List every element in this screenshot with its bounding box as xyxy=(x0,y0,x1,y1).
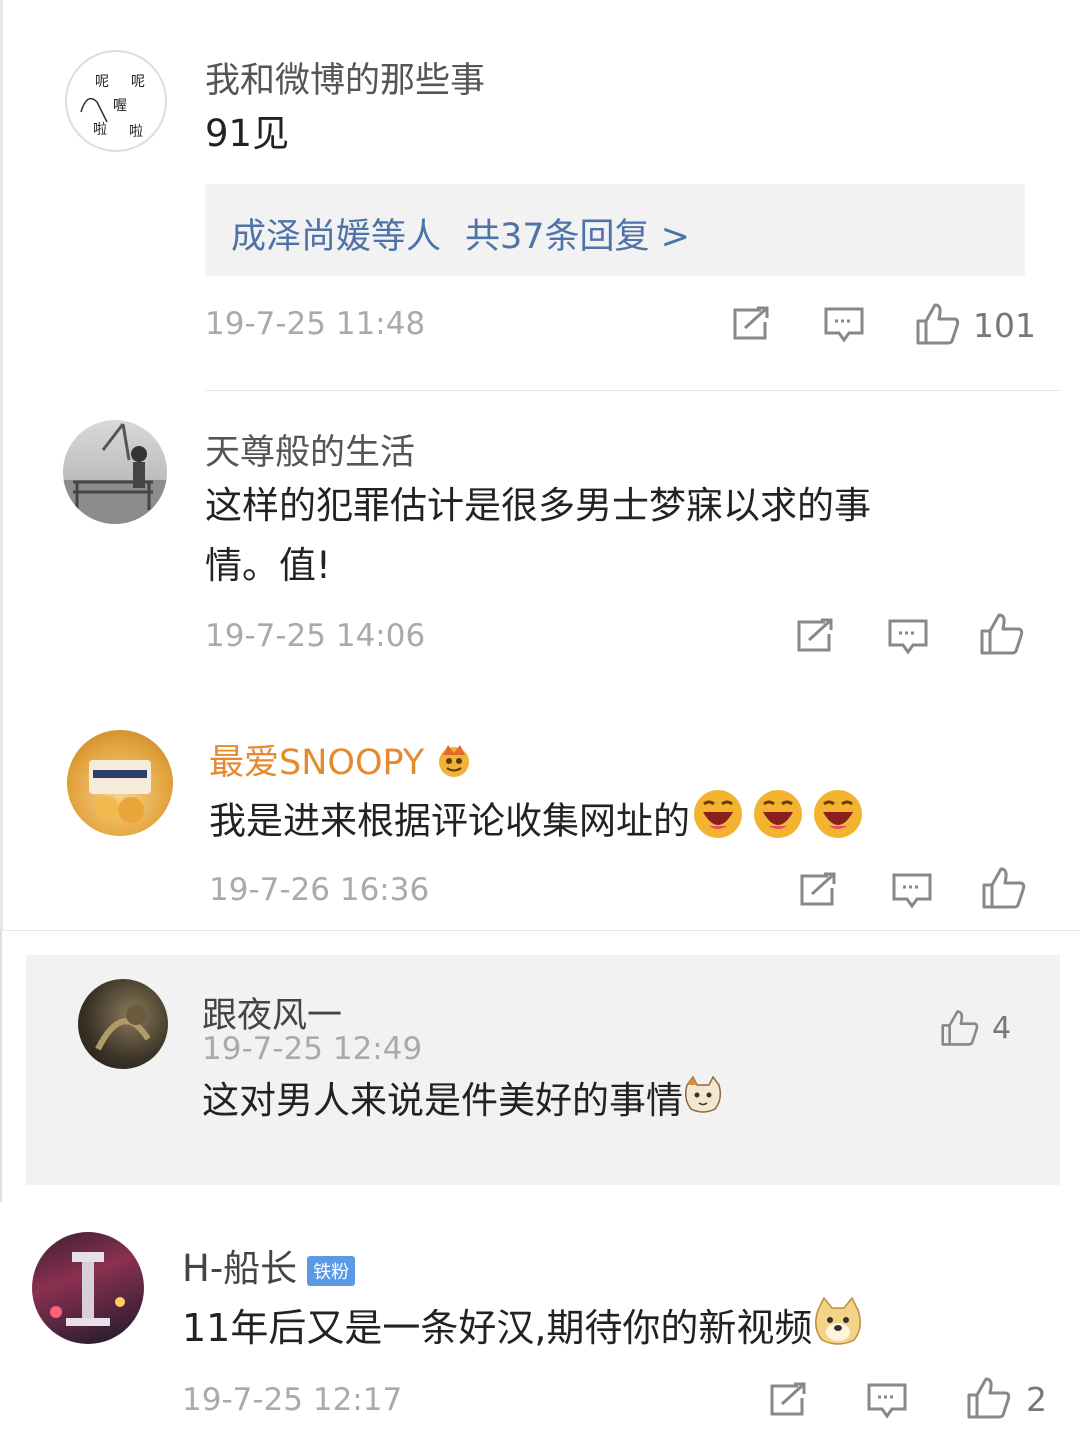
avatar[interactable] xyxy=(78,979,168,1069)
comment-icon[interactable] xyxy=(891,872,933,910)
comment-text: 我是进来根据评论收集网址的 xyxy=(209,788,864,858)
svg-text:啦: 啦 xyxy=(129,123,143,140)
svg-text:呢: 呢 xyxy=(95,74,109,90)
like-count: 101 xyxy=(973,306,1036,345)
comment-text-content: 我是进来根据评论收集网址的 xyxy=(209,799,690,843)
timestamp: 19-7-25 12:17 xyxy=(182,1382,403,1418)
comment-text: 91见 xyxy=(205,112,290,155)
timestamp: 19-7-25 12:49 xyxy=(202,1031,423,1067)
comment-card-3: 最爱SNOOPY 我是进来根据评论收集网址的 19-7-26 16:36 xyxy=(0,678,1080,930)
comment-text: 这样的犯罪估计是很多男士梦寐以求的事 情。值! xyxy=(205,476,871,596)
avatar[interactable]: 呢 呢 喔 啦 啦 xyxy=(65,50,167,152)
comment-card-1: 呢 呢 喔 啦 啦 我和微博的那些事 91见 成泽尚媛等人 共37条回复 > 19… xyxy=(0,0,1080,678)
comment-icon[interactable] xyxy=(823,306,865,344)
like-icon[interactable] xyxy=(979,612,1025,656)
username-text: 最爱SNOOPY xyxy=(209,743,425,783)
share-icon[interactable] xyxy=(731,306,771,342)
svg-text:喔: 喔 xyxy=(113,98,127,114)
timestamp: 19-7-25 14:06 xyxy=(205,618,426,654)
laughing-emoji xyxy=(752,788,804,858)
share-icon[interactable] xyxy=(795,618,835,654)
timestamp: 19-7-26 16:36 xyxy=(209,872,430,908)
comment-text-line: 这样的犯罪估计是很多男士梦寐以求的事 xyxy=(205,484,871,527)
comment-text-line: 情。值! xyxy=(205,544,331,587)
username[interactable]: 我和微博的那些事 xyxy=(205,52,485,103)
username[interactable]: H-船长 铁粉 xyxy=(182,1238,356,1292)
svg-text:啦: 啦 xyxy=(93,121,107,138)
laughing-emoji xyxy=(692,788,744,858)
comment-icon[interactable] xyxy=(887,618,929,656)
comment-text-content: 11年后又是一条好汉,期待你的新视频 xyxy=(182,1306,813,1350)
fan-badge: 铁粉 xyxy=(307,1255,356,1286)
share-icon[interactable] xyxy=(798,872,838,908)
cat-emoji xyxy=(683,1073,723,1133)
comment-card-5: H-船长 铁粉 11年后又是一条好汉,期待你的新视频 19-7-25 12:17 … xyxy=(0,1202,1080,1443)
reply-card: 跟夜风一 19-7-25 12:49 这对男人来说是件美好的事情 4 xyxy=(26,955,1060,1185)
laughing-emoji xyxy=(812,788,864,858)
like-icon[interactable] xyxy=(940,1009,980,1047)
avatar[interactable] xyxy=(32,1232,144,1344)
comment-icon[interactable] xyxy=(866,1382,908,1420)
crown-icon xyxy=(435,741,473,788)
avatar[interactable] xyxy=(67,730,173,836)
divider xyxy=(205,390,1061,391)
avatar[interactable] xyxy=(63,420,167,524)
reply-preview[interactable]: 成泽尚媛等人 共37条回复 > xyxy=(205,184,1025,276)
username[interactable]: 最爱SNOOPY xyxy=(209,734,473,788)
like-count: 2 xyxy=(1026,1380,1047,1419)
svg-text:呢: 呢 xyxy=(131,74,145,90)
comment-text: 11年后又是一条好汉,期待你的新视频 xyxy=(182,1296,864,1365)
username[interactable]: 天尊般的生活 xyxy=(205,424,415,475)
like-icon[interactable] xyxy=(966,1376,1012,1420)
reply-count-link[interactable]: 共37条回复 > xyxy=(465,217,690,257)
comment-text-content: 这对男人来说是件美好的事情 xyxy=(202,1079,683,1122)
doge-emoji xyxy=(812,1296,864,1365)
reply-users[interactable]: 成泽尚媛等人 xyxy=(231,217,441,257)
comment-text: 这对男人来说是件美好的事情 xyxy=(202,1071,723,1133)
like-count: 4 xyxy=(992,1011,1012,1046)
comment-card-4: 跟夜风一 19-7-25 12:49 这对男人来说是件美好的事情 4 xyxy=(0,930,1080,1202)
username-text: H-船长 xyxy=(182,1247,298,1290)
timestamp: 19-7-25 11:48 xyxy=(205,306,426,342)
like-icon[interactable] xyxy=(981,866,1027,910)
share-icon[interactable] xyxy=(768,1382,808,1418)
like-icon[interactable] xyxy=(915,302,961,346)
